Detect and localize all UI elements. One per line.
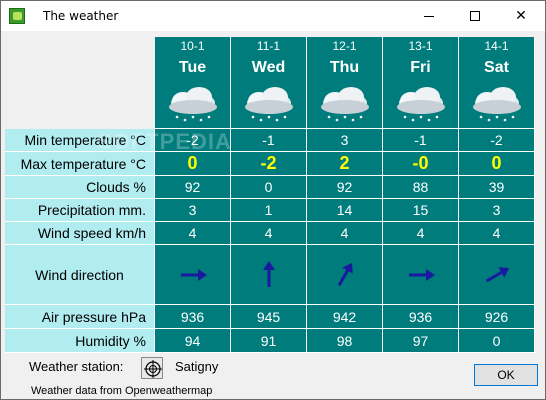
value-humidity: 91 (231, 329, 307, 353)
day-name: Sat (459, 55, 535, 81)
day-name: Fri (383, 55, 459, 81)
snow-cloud-icon (155, 81, 231, 129)
snow-cloud-icon (307, 81, 383, 129)
day-name: Thu (307, 55, 383, 81)
window-title: The weather (43, 9, 119, 23)
value-max: -2 (231, 152, 307, 176)
value-precip: 15 (383, 199, 459, 222)
maximize-button[interactable] (452, 1, 498, 31)
value-clouds: 0 (231, 176, 307, 199)
value-max: 2 (307, 152, 383, 176)
station-label: Weather station: (29, 359, 124, 374)
day-name: Tue (155, 55, 231, 81)
snow-cloud-icon (459, 81, 535, 129)
value-pressure: 936 (383, 305, 459, 329)
snow-cloud-icon (383, 81, 459, 129)
row-label-max: Max temperature °C (5, 152, 155, 176)
value-humidity: 94 (155, 329, 231, 353)
value-min: 3 (307, 129, 383, 152)
wind-arrow-icon (307, 245, 383, 305)
station-name: Satigny (175, 359, 219, 374)
row-label-wind-speed: Wind speed km/h (5, 222, 155, 245)
wind-arrow-icon (459, 245, 535, 305)
value-pressure: 942 (307, 305, 383, 329)
value-precip: 14 (307, 199, 383, 222)
day-name: Wed (231, 55, 307, 81)
value-min: -1 (231, 129, 307, 152)
value-pressure: 926 (459, 305, 535, 329)
value-precip: 3 (459, 199, 535, 222)
value-max: -0 (383, 152, 459, 176)
wind-arrow-icon (383, 245, 459, 305)
day-date: 11-1 (231, 37, 307, 55)
minimize-icon (424, 15, 434, 17)
close-button[interactable]: ✕ (498, 1, 544, 31)
minimize-button[interactable] (406, 1, 452, 31)
wind-arrow-icon (231, 245, 307, 305)
wind-arrow-icon (155, 245, 231, 305)
value-pressure: 945 (231, 305, 307, 329)
value-clouds: 92 (307, 176, 383, 199)
ok-button[interactable]: OK (474, 364, 538, 386)
value-wind-speed: 4 (383, 222, 459, 245)
value-clouds: 39 (459, 176, 535, 199)
value-humidity: 98 (307, 329, 383, 353)
value-humidity: 0 (459, 329, 535, 353)
row-label-precip: Precipitation mm. (5, 199, 155, 222)
maximize-icon (470, 11, 480, 21)
row-label-wind-dir: Wind direction (5, 245, 155, 305)
data-source-text: Weather data from Openweathermap (31, 385, 213, 397)
row-label-clouds: Clouds % (5, 176, 155, 199)
day-date: 13-1 (383, 37, 459, 55)
value-pressure: 936 (155, 305, 231, 329)
forecast-table: 10-1 11-1 12-1 13-1 14-1 Tue Wed Thu Fri Sat Min t… (5, 37, 537, 354)
day-date: 10-1 (155, 37, 231, 55)
value-max: 0 (155, 152, 231, 176)
value-clouds: 88 (383, 176, 459, 199)
value-precip: 1 (231, 199, 307, 222)
row-label-humidity: Humidity % (5, 329, 155, 353)
row-label-pressure: Air pressure hPa (5, 305, 155, 329)
title-bar: The weather ✕ (1, 1, 545, 31)
value-humidity: 97 (383, 329, 459, 353)
empty-corner (5, 81, 155, 129)
value-min: -2 (459, 129, 535, 152)
row-label-min: Min temperature °C (5, 129, 155, 152)
value-min: -1 (383, 129, 459, 152)
value-min: -2 (155, 129, 231, 152)
value-max: 0 (459, 152, 535, 176)
close-icon: ✕ (515, 8, 527, 24)
value-wind-speed: 4 (155, 222, 231, 245)
empty-corner (5, 55, 155, 81)
value-wind-speed: 4 (459, 222, 535, 245)
value-wind-speed: 4 (231, 222, 307, 245)
station-target-icon[interactable] (141, 357, 163, 379)
snow-cloud-icon (231, 81, 307, 129)
value-clouds: 92 (155, 176, 231, 199)
day-date: 12-1 (307, 37, 383, 55)
empty-corner (5, 37, 155, 55)
app-icon (9, 8, 25, 24)
value-precip: 3 (155, 199, 231, 222)
weather-window: The weather ✕ 10-1 11-1 12-1 13-1 14-1 Tue Wed… (0, 0, 546, 400)
day-date: 14-1 (459, 37, 535, 55)
value-wind-speed: 4 (307, 222, 383, 245)
